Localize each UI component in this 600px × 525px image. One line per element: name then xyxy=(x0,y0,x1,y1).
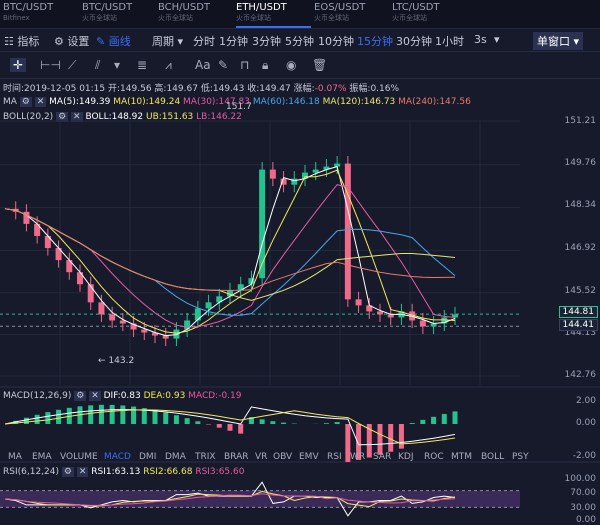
candlestick-chart[interactable] xyxy=(0,0,600,525)
price-tick: 145.52 xyxy=(564,286,597,296)
macd-tick: 0.00 xyxy=(575,418,596,428)
macd-close-icon[interactable]: ✕ xyxy=(89,391,101,401)
candle-body xyxy=(259,169,266,279)
ind-tab-obv[interactable]: OBV xyxy=(273,452,292,462)
macd-bar xyxy=(334,422,340,424)
ma10-line xyxy=(4,169,456,334)
candle-body xyxy=(344,163,351,300)
macd-settings-icon[interactable]: ⚙ xyxy=(74,391,87,401)
candle-body xyxy=(77,272,83,285)
rsi-settings-icon[interactable]: ⚙ xyxy=(61,467,74,477)
dea-value: DEA:0.93 xyxy=(143,391,186,401)
macd-bar xyxy=(323,423,329,424)
rsi-label: RSI(6,12,24) xyxy=(3,467,59,477)
macd-bar xyxy=(23,417,29,424)
ind-tab-boll[interactable]: BOLL xyxy=(481,452,504,462)
macd-bar xyxy=(270,421,276,424)
ind-tab-roc[interactable]: ROC xyxy=(424,452,444,462)
ma240-line xyxy=(4,208,456,291)
low-marker: ← 143.2 xyxy=(98,356,135,366)
candle-body xyxy=(109,314,116,321)
price-tick: 149.76 xyxy=(564,158,597,168)
macd-bar xyxy=(420,419,426,424)
ind-tab-kdj[interactable]: KDJ xyxy=(398,452,414,462)
ind-tab-psy[interactable]: PSY xyxy=(512,452,529,462)
macd-bar xyxy=(152,410,158,424)
macd-bar xyxy=(227,424,233,431)
macd-value: MACD:-0.19 xyxy=(188,391,242,401)
candle-body xyxy=(205,302,212,309)
candle-body xyxy=(141,329,148,333)
macd-bar xyxy=(441,413,447,424)
candle-body xyxy=(419,320,426,327)
ind-tab-vr[interactable]: VR xyxy=(255,452,267,462)
rsi-tick: 100.00 xyxy=(564,474,597,484)
ind-tab-emv[interactable]: EMV xyxy=(299,452,319,462)
macd-bar xyxy=(452,411,458,424)
rsi-tick: 70.00 xyxy=(570,488,596,498)
ind-tab-brar[interactable]: BRAR xyxy=(224,452,248,462)
candle-body xyxy=(194,308,201,321)
macd-bar xyxy=(34,414,40,424)
ind-tab-dma[interactable]: DMA xyxy=(165,452,186,462)
rsi-close-icon[interactable]: ✕ xyxy=(76,467,89,477)
rsi-tick: 0.00 xyxy=(575,515,596,525)
macd-bar xyxy=(163,412,169,424)
ind-tab-trix[interactable]: TRIX xyxy=(195,452,216,462)
price-tick: 148.34 xyxy=(564,200,597,210)
ind-tab-rsi[interactable]: RSI xyxy=(327,452,342,462)
macd-bar xyxy=(131,406,137,424)
macd-bar xyxy=(238,424,244,434)
macd-bar xyxy=(109,404,115,424)
macd-bar xyxy=(195,421,201,424)
candle-body xyxy=(291,178,298,185)
ind-tab-sar[interactable]: SAR xyxy=(373,452,391,462)
macd-bar xyxy=(398,424,404,449)
rsi-info: RSI(6,12,24) ⚙ ✕ RSI1:63.13 RSI2:66.68 R… xyxy=(3,467,244,477)
rsi3-value: RSI3:65.60 xyxy=(195,467,245,477)
macd-bar xyxy=(120,405,126,424)
macd-bar xyxy=(56,409,62,424)
macd-info: MACD(12,26,9) ⚙ ✕ DIF:0.83 DEA:0.93 MACD… xyxy=(3,391,241,401)
price-tick: 151.21 xyxy=(564,116,597,126)
macd-bar xyxy=(259,419,265,424)
candle-body xyxy=(377,311,383,315)
macd-bar xyxy=(45,412,51,424)
rsi1-value: RSI1:63.13 xyxy=(91,467,141,477)
ind-tab-dmi[interactable]: DMI xyxy=(139,452,156,462)
ind-tab-volume[interactable]: VOLUME xyxy=(60,452,98,462)
macd-bar xyxy=(409,423,415,424)
macd-bar xyxy=(281,422,287,424)
macd-bar xyxy=(184,418,190,424)
macd-tick: 2.00 xyxy=(575,396,596,406)
macd-bar xyxy=(431,416,437,424)
macd-bar xyxy=(88,405,94,424)
ind-tab-macd[interactable]: MACD xyxy=(104,452,131,462)
macd-bar xyxy=(216,424,222,428)
ind-tab-wr[interactable]: WR xyxy=(350,452,365,462)
ind-tab-ema[interactable]: EMA xyxy=(32,452,52,462)
cursor-price-tag: 144.41 xyxy=(558,319,598,331)
ind-tab-mtm[interactable]: MTM xyxy=(451,452,472,462)
candle-body xyxy=(312,169,319,173)
current-price-tag: 144.81 xyxy=(558,306,598,318)
candle-body xyxy=(355,299,362,306)
ind-tab-ma[interactable]: MA xyxy=(8,452,22,462)
dif-value: DIF:0.83 xyxy=(103,391,141,401)
rsi2-value: RSI2:66.68 xyxy=(143,467,193,477)
macd-tick: -2.00 xyxy=(572,451,596,461)
candle-body xyxy=(269,169,276,179)
macd-label: MACD(12,26,9) xyxy=(3,391,72,401)
candle-body xyxy=(98,302,105,315)
macd-bar xyxy=(377,424,383,455)
rsi-tick: 30.00 xyxy=(570,503,596,513)
high-marker: 151.7 xyxy=(226,102,252,112)
macd-bar xyxy=(173,415,179,424)
price-tick: 142.76 xyxy=(564,370,597,380)
price-tick: 146.92 xyxy=(564,243,597,253)
macd-bar xyxy=(98,404,104,424)
ma30-line xyxy=(4,184,456,328)
